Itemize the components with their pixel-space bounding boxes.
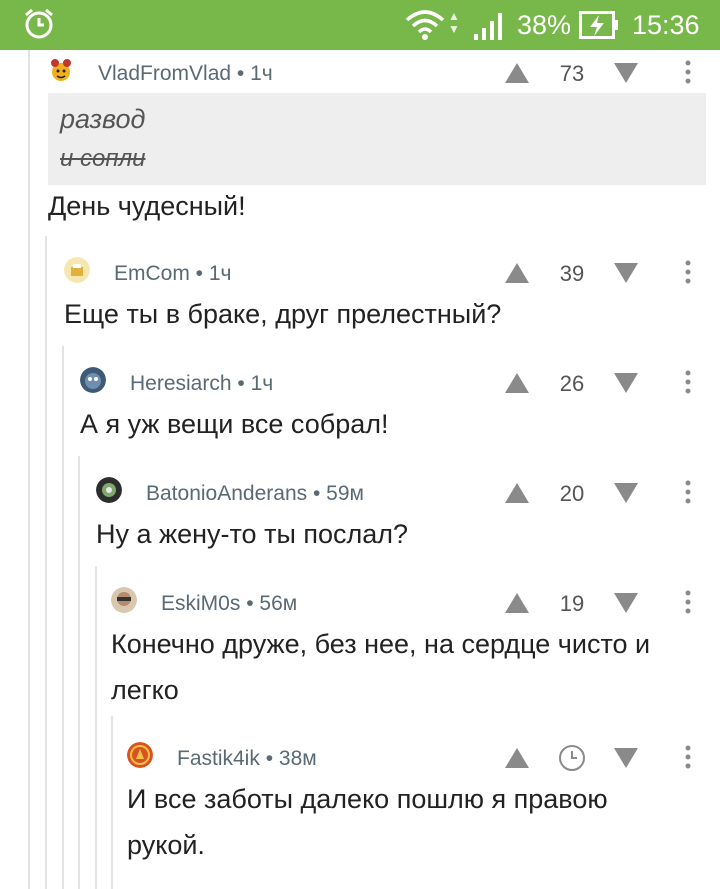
author-name[interactable]: BatonioAnderans <box>146 482 307 505</box>
separator: • <box>259 747 279 770</box>
battery-charging-icon <box>579 11 618 39</box>
comment: EskiM0s • 56м 19 Конечно друже, без нее,… <box>111 583 720 713</box>
author-name[interactable]: Fastik4ik <box>177 747 260 770</box>
comment-score: 19 <box>559 591 585 616</box>
comment-author[interactable]: EmCom • 1ч <box>114 262 232 286</box>
avatar[interactable] <box>80 367 106 393</box>
comment-author[interactable]: BatonioAnderans • 59м <box>146 482 364 506</box>
comment-author[interactable]: Heresiarch • 1ч <box>130 372 273 396</box>
upvote-icon[interactable] <box>504 262 530 284</box>
thread-line <box>28 50 30 889</box>
quote-line-strikethrough: и сопли <box>60 145 146 172</box>
downvote-icon[interactable] <box>613 592 639 614</box>
comment-text-line: И все заботы далеко пошлю я правою <box>127 784 608 814</box>
upvote-icon[interactable] <box>504 372 530 394</box>
thread-line <box>111 716 113 889</box>
comment-score: 20 <box>559 481 585 506</box>
downvote-icon[interactable] <box>613 482 639 504</box>
comment-header: EskiM0s • 56м 19 <box>111 583 720 623</box>
downvote-icon[interactable] <box>613 62 639 84</box>
avatar[interactable] <box>111 587 137 613</box>
comment-text: И все заботы далеко пошлю я правою рукой… <box>127 776 720 868</box>
avatar[interactable] <box>64 257 90 283</box>
comment: EmCom • 1ч 39 Еще ты в браке, друг преле… <box>64 253 720 337</box>
quote-line: развод <box>60 104 146 134</box>
separator: • <box>189 262 209 285</box>
comment-text-line: Конечно друже, без нее, на сердце чисто … <box>111 629 651 659</box>
comment: Fastik4ik • 38м И все заботы далеко пошл… <box>127 738 720 868</box>
more-options-icon[interactable] <box>683 478 693 506</box>
avatar[interactable] <box>96 477 122 503</box>
thread-line <box>95 566 97 889</box>
avatar[interactable] <box>48 57 74 83</box>
upvote-icon[interactable] <box>504 62 530 84</box>
comment-text: Конечно друже, без нее, на сердце чисто … <box>111 621 720 713</box>
comment-age: 59м <box>326 482 364 505</box>
battery-percent: 38% <box>517 10 572 40</box>
comment-text-line: легко <box>111 675 179 705</box>
comment-text: Еще ты в браке, друг прелестный? <box>64 299 502 329</box>
comment-age: 1ч <box>208 262 232 285</box>
thread-line <box>62 346 64 889</box>
alarm-icon <box>25 8 53 39</box>
thread-line <box>45 236 47 889</box>
author-name[interactable]: VladFromVlad <box>98 62 231 85</box>
quoted-text: развод и сопли <box>48 93 706 185</box>
clock-icon <box>559 745 585 771</box>
more-options-icon[interactable] <box>683 58 693 86</box>
comment-author[interactable]: EskiM0s • 56м <box>161 592 297 616</box>
comment-text: А я уж вещи все собрал! <box>80 409 389 439</box>
comment-score: 73 <box>559 61 585 86</box>
comment: VladFromVlad • 1ч 73 <box>48 53 720 93</box>
status-bar: ▲ ▼ 38% 15:36 <box>0 0 720 50</box>
upvote-icon[interactable] <box>504 482 530 504</box>
comment-score: 39 <box>559 261 585 286</box>
comment-age: 1ч <box>250 62 273 85</box>
comment-author[interactable]: Fastik4ik • 38м <box>177 747 317 771</box>
downvote-icon[interactable] <box>613 747 639 769</box>
author-name[interactable]: Heresiarch <box>130 372 232 395</box>
comment-text-line: рукой. <box>127 830 205 860</box>
comment-header: Heresiarch • 1ч 26 <box>80 363 720 403</box>
comment: Heresiarch • 1ч 26 А я уж вещи все собра… <box>80 363 720 447</box>
status-time: 15:36 <box>632 10 700 40</box>
more-options-icon[interactable] <box>683 368 693 396</box>
separator: • <box>307 482 327 505</box>
comment-age: 56м <box>259 592 298 615</box>
comment-author[interactable]: VladFromVlad • 1ч <box>98 62 273 86</box>
signal-icon <box>474 13 502 40</box>
thread-line <box>78 456 80 889</box>
comment-age: 38м <box>278 747 317 770</box>
comment-header: VladFromVlad • 1ч 73 <box>48 53 720 93</box>
more-options-icon[interactable] <box>683 258 693 286</box>
more-options-icon[interactable] <box>683 743 693 771</box>
more-options-icon[interactable] <box>683 588 693 616</box>
downvote-icon[interactable] <box>613 262 639 284</box>
upvote-icon[interactable] <box>504 747 530 769</box>
separator: • <box>231 62 251 85</box>
separator: • <box>231 372 251 395</box>
comment-text: Ну а жену-то ты послал? <box>96 519 409 549</box>
downvote-icon[interactable] <box>613 372 639 394</box>
avatar[interactable] <box>127 742 153 768</box>
comment: BatonioAnderans • 59м 20 Ну а жену-то ты… <box>96 473 720 557</box>
comment-header: EmCom • 1ч 39 <box>64 253 720 293</box>
comment-score: 26 <box>559 371 585 396</box>
comment-age: 1ч <box>250 372 274 395</box>
data-activity-icon: ▲ ▼ <box>448 9 460 36</box>
comment-text: День чудесный! <box>48 191 246 221</box>
author-name[interactable]: EskiM0s <box>161 592 240 615</box>
comment-header: Fastik4ik • 38м <box>127 738 720 778</box>
author-name[interactable]: EmCom <box>114 262 190 285</box>
upvote-icon[interactable] <box>504 592 530 614</box>
wifi-icon <box>405 10 445 40</box>
comment-header: BatonioAnderans • 59м 20 <box>96 473 720 513</box>
separator: • <box>240 592 260 615</box>
